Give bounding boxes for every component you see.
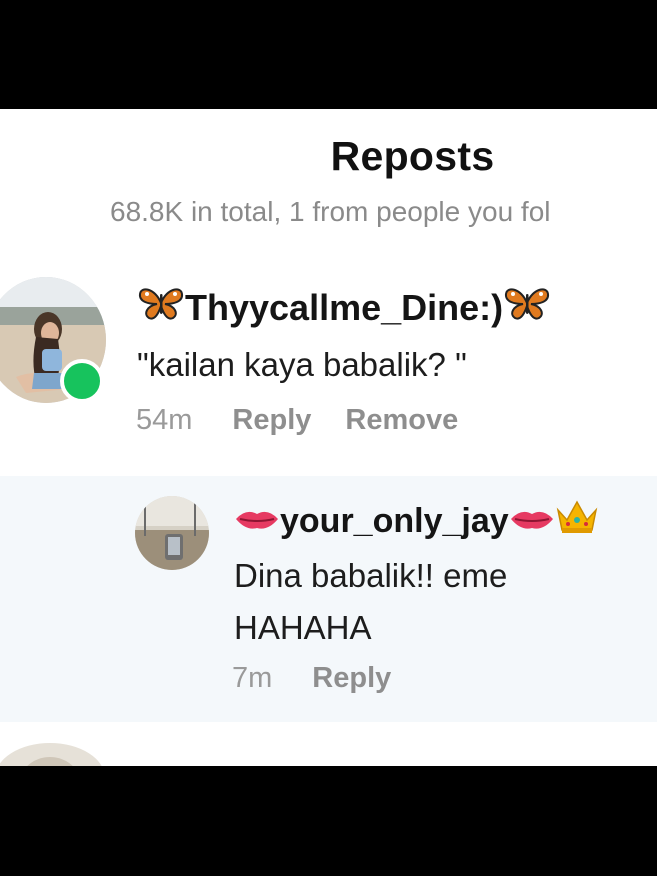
reply-button[interactable]: Reply [312,662,391,695]
comment-username-text: Thyycallme_Dine:) [185,286,504,328]
butterfly-icon [503,284,551,331]
reply-username[interactable]: your_only_jay [234,498,599,545]
reply-avatar[interactable] [135,496,209,570]
comment-text: "kailan kaya babalik? " [137,346,467,383]
comment-meta: 54m Reply Remove [136,404,492,437]
reply-button[interactable]: Reply [232,404,311,437]
comment-timestamp: 54m [136,404,193,436]
reply-text: Dina babalik!! eme HAHAHA [234,557,508,646]
page-title: Reposts [330,133,495,179]
reposts-panel: Reposts 68.8K in total, 1 from people yo… [0,109,657,766]
reply-meta: 7m Reply [232,662,425,695]
remove-button[interactable]: Remove [345,404,458,437]
lips-icon [509,502,555,541]
crown-icon [555,498,599,545]
avatar[interactable] [0,743,105,766]
reply-timestamp: 7m [232,662,273,694]
lips-icon [234,502,280,541]
reply-username-text: your_only_jay [280,502,509,540]
online-status-dot [60,359,104,403]
comment-username[interactable]: Thyycallme_Dine:) [137,284,551,331]
butterfly-icon [137,284,185,331]
reposts-summary: 68.8K in total, 1 from people you fol [110,196,551,227]
